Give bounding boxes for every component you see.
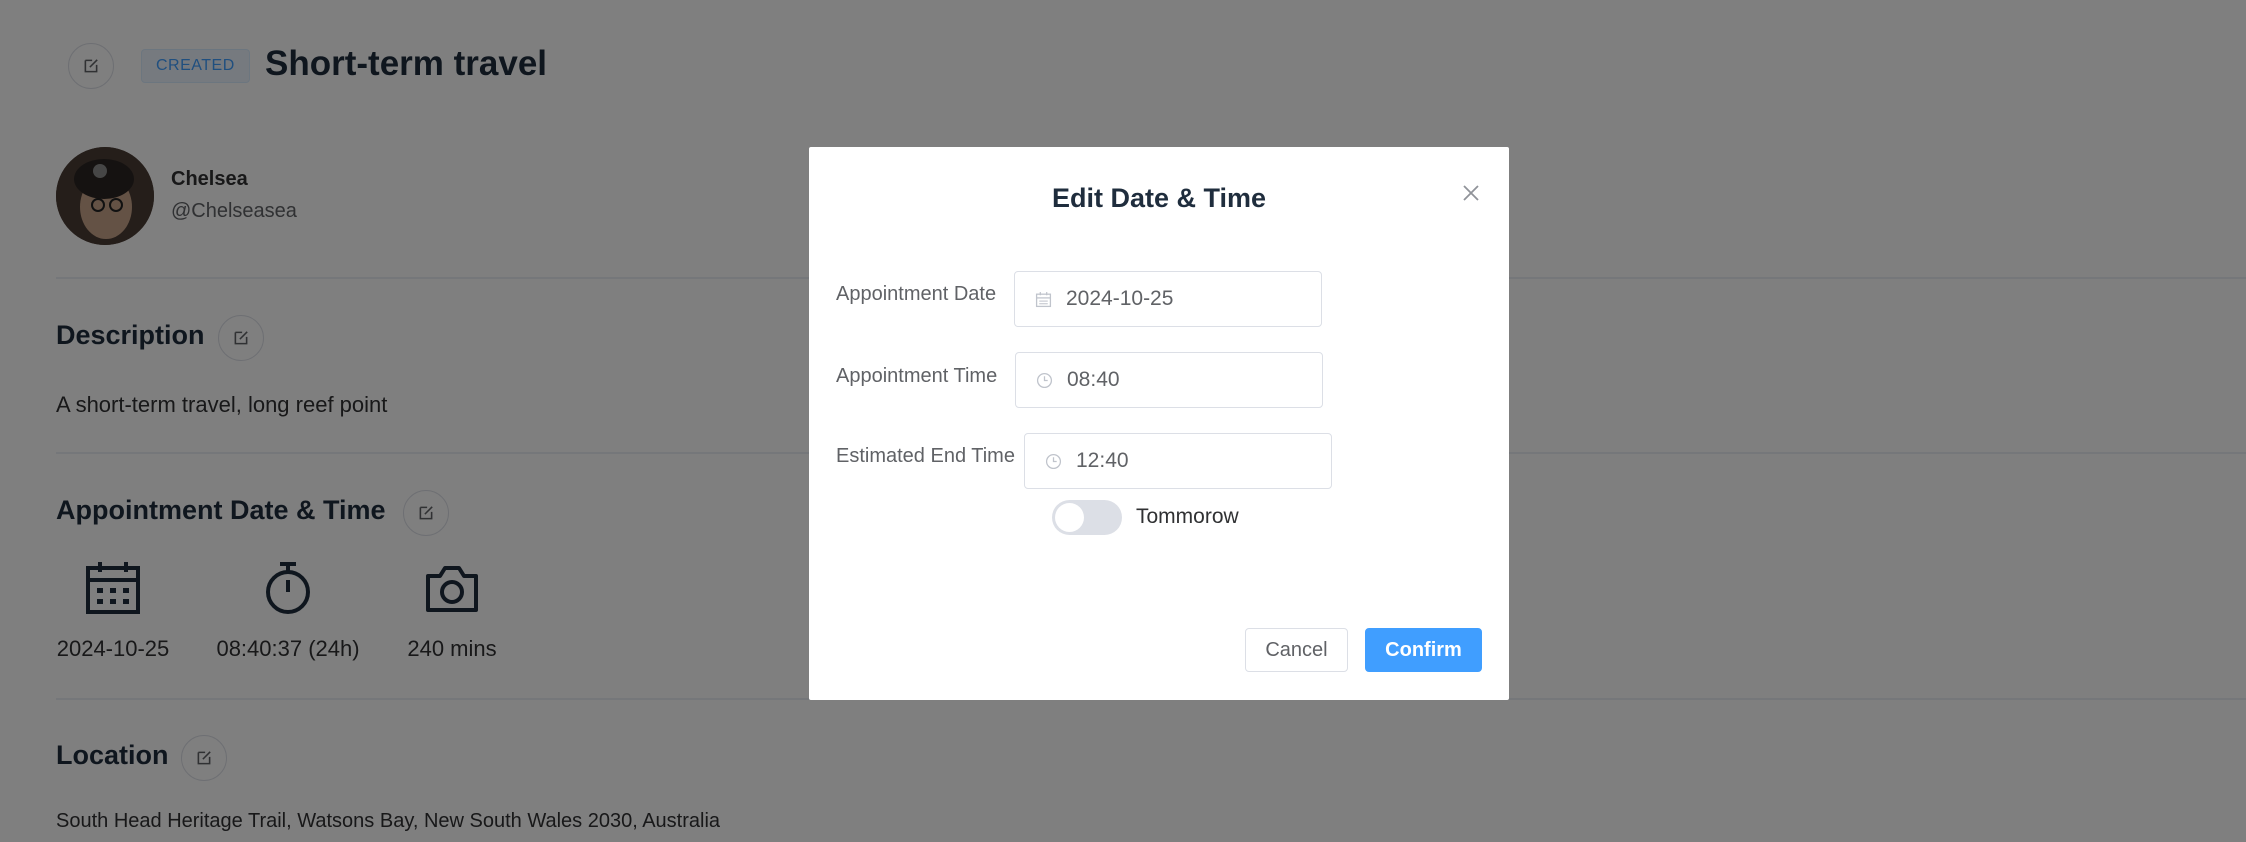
appointment-time-value: 08:40 [1067,368,1120,391]
dialog-title: Edit Date & Time [1051,183,1267,213]
appointment-date-value: 2024-10-25 [1066,287,1174,310]
clock-icon [1036,372,1053,388]
clock-icon [1045,453,1062,469]
appointment-date-label: Appointment Date [836,283,997,305]
appointment-date-input[interactable]: 2024-10-25 [1014,271,1322,327]
appointment-time-input[interactable]: 08:40 [1015,352,1323,408]
confirm-button[interactable]: Confirm [1365,628,1482,672]
calendar-icon [1035,291,1052,307]
estimated-end-time-value: 12:40 [1076,449,1129,472]
estimated-end-time-label: Estimated End Time [836,445,1015,467]
toggle-knob [1055,503,1084,532]
edit-datetime-dialog: Edit Date & Time Appointment Date 2024-1… [809,147,1509,700]
tomorrow-toggle[interactable] [1052,500,1122,535]
appointment-time-label: Appointment Time [836,365,998,387]
cancel-button[interactable]: Cancel [1245,628,1348,672]
estimated-end-time-input[interactable]: 12:40 [1024,433,1332,489]
tomorrow-label: Tommorow [1136,505,1239,528]
close-icon[interactable] [1459,181,1483,205]
